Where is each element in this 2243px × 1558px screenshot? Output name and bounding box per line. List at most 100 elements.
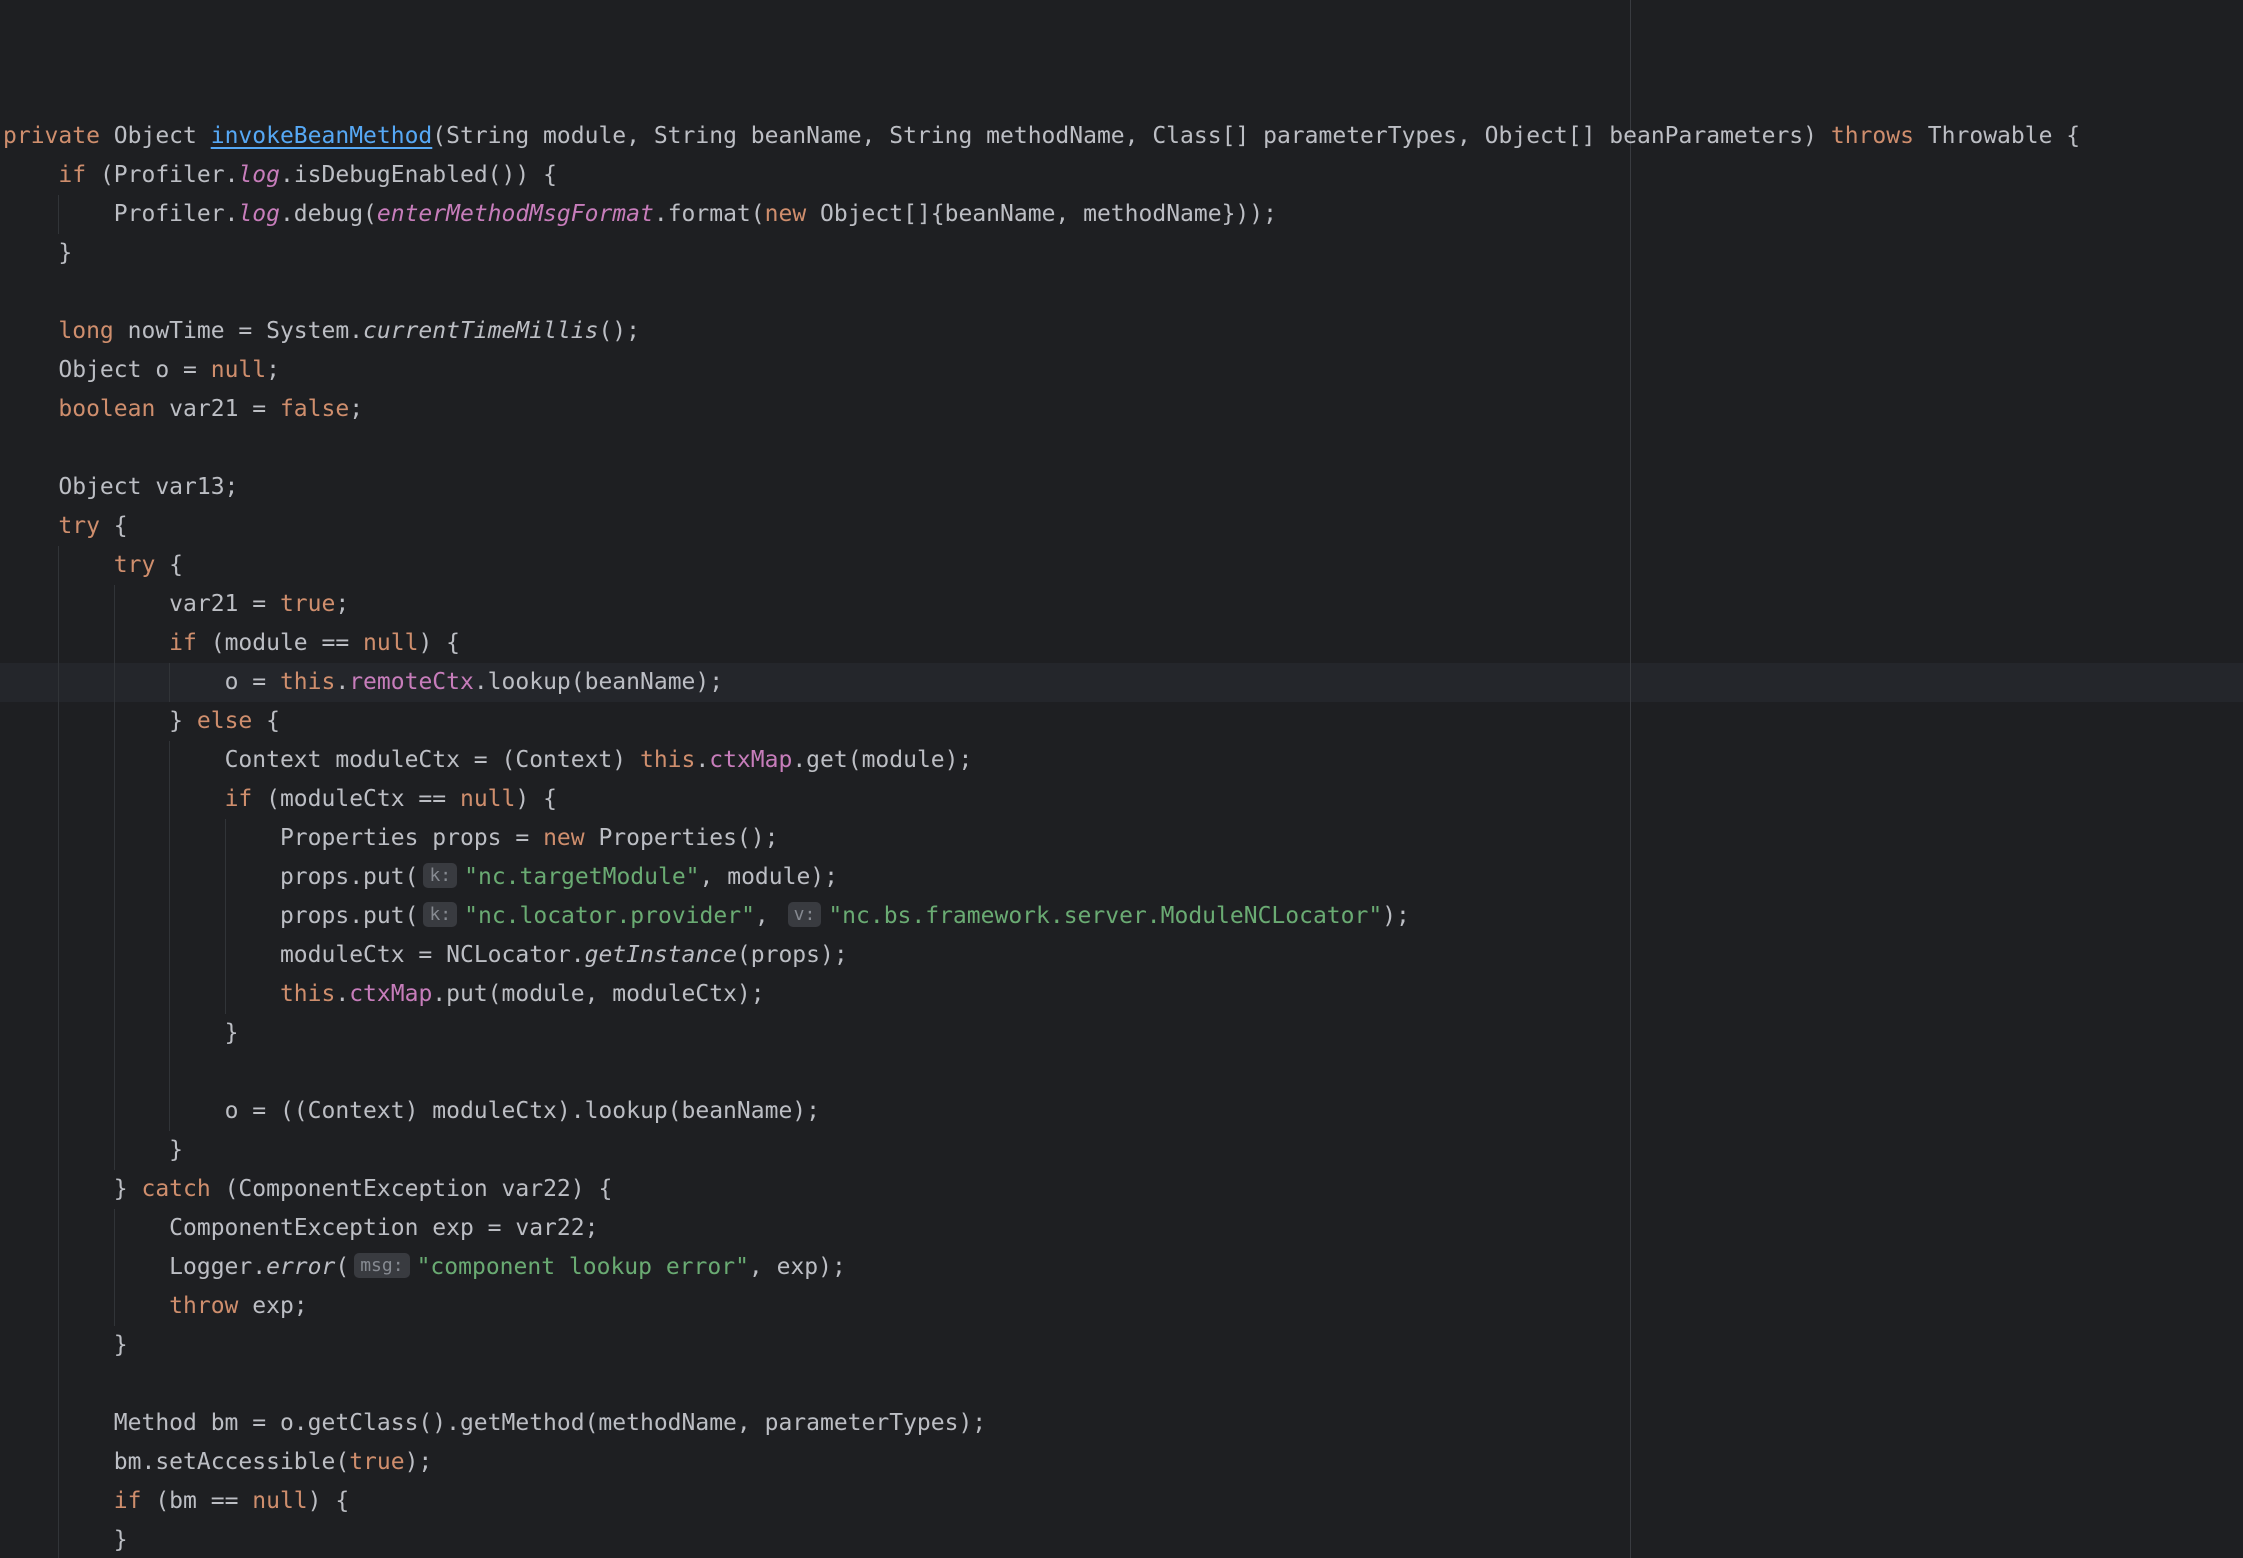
code-line[interactable]: Object o = null; bbox=[0, 351, 2243, 390]
code-token: .debug( bbox=[280, 201, 377, 227]
code-text: long nowTime = System.currentTimeMillis(… bbox=[3, 318, 640, 344]
code-token: . bbox=[335, 669, 349, 695]
code-line[interactable] bbox=[0, 429, 2243, 468]
code-token: } bbox=[169, 708, 197, 734]
code-line[interactable]: throw exp; bbox=[0, 1287, 2243, 1326]
code-text: throw exp; bbox=[3, 1293, 308, 1319]
string-token: "nc.targetModule" bbox=[464, 864, 699, 890]
code-token: moduleCtx = NCLocator. bbox=[280, 942, 585, 968]
code-line[interactable] bbox=[0, 273, 2243, 312]
code-token: (bm == bbox=[141, 1488, 252, 1514]
keyword-token: this bbox=[280, 981, 335, 1007]
code-line[interactable]: Logger.error(msg:"component lookup error… bbox=[0, 1248, 2243, 1287]
code-line[interactable]: } bbox=[0, 1131, 2243, 1170]
code-text: Method bm = o.getClass().getMethod(metho… bbox=[3, 1410, 986, 1436]
param-hint-badge: msg: bbox=[354, 1253, 409, 1278]
indent-guide bbox=[58, 1365, 59, 1404]
code-text: if (Profiler.log.isDebugEnabled()) { bbox=[3, 162, 557, 188]
code-line[interactable]: } bbox=[0, 1521, 2243, 1558]
code-line[interactable] bbox=[0, 1365, 2243, 1404]
code-line[interactable]: } bbox=[0, 234, 2243, 273]
code-token: props.put( bbox=[280, 864, 418, 890]
code-line[interactable]: Profiler.log.debug(enterMethodMsgFormat.… bbox=[0, 195, 2243, 234]
code-token: .isDebugEnabled()) { bbox=[280, 162, 557, 188]
code-line[interactable]: if (Profiler.log.isDebugEnabled()) { bbox=[0, 156, 2243, 195]
code-token: (String module, String beanName, String … bbox=[432, 123, 1831, 149]
code-token: Properties props = bbox=[280, 825, 543, 851]
code-text: o = this.remoteCtx.lookup(beanName); bbox=[3, 669, 723, 695]
code-token: (ComponentException var22) { bbox=[211, 1176, 613, 1202]
code-line[interactable]: o = ((Context) moduleCtx).lookup(beanNam… bbox=[0, 1092, 2243, 1131]
code-token: props.put( bbox=[280, 903, 418, 929]
code-line[interactable]: } else { bbox=[0, 702, 2243, 741]
code-text: } bbox=[3, 1020, 238, 1046]
string-token: "nc.bs.framework.server.ModuleNCLocator" bbox=[828, 903, 1382, 929]
keyword-token: if bbox=[169, 630, 197, 656]
code-line[interactable]: props.put(k:"nc.targetModule", module); bbox=[0, 858, 2243, 897]
code-line[interactable]: Properties props = new Properties(); bbox=[0, 819, 2243, 858]
keyword-token: boolean bbox=[58, 396, 155, 422]
code-line[interactable]: Method bm = o.getClass().getMethod(metho… bbox=[0, 1404, 2243, 1443]
code-line[interactable]: props.put(k:"nc.locator.provider", v:"nc… bbox=[0, 897, 2243, 936]
code-line[interactable]: try { bbox=[0, 507, 2243, 546]
field-token: ctxMap bbox=[709, 747, 792, 773]
keyword-token: new bbox=[543, 825, 585, 851]
code-lines[interactable]: private Object invokeBeanMethod(String m… bbox=[0, 117, 2243, 1558]
keyword-token: null bbox=[252, 1488, 307, 1514]
keyword-token: if bbox=[114, 1488, 142, 1514]
field-token: remoteCtx bbox=[349, 669, 474, 695]
code-token: (module == bbox=[197, 630, 363, 656]
code-line[interactable]: moduleCtx = NCLocator.getInstance(props)… bbox=[0, 936, 2243, 975]
code-line[interactable]: } bbox=[0, 1326, 2243, 1365]
code-text: Context moduleCtx = (Context) this.ctxMa… bbox=[3, 747, 972, 773]
code-text: } bbox=[3, 240, 72, 266]
code-text: Properties props = new Properties(); bbox=[3, 825, 778, 851]
string-token: "component lookup error" bbox=[417, 1254, 749, 1280]
code-token: Object bbox=[100, 123, 211, 149]
code-line[interactable]: bm.setAccessible(true); bbox=[0, 1443, 2243, 1482]
code-line[interactable]: long nowTime = System.currentTimeMillis(… bbox=[0, 312, 2243, 351]
code-text: try { bbox=[3, 513, 128, 539]
static-field-token: enterMethodMsgFormat bbox=[377, 201, 654, 227]
code-token: Properties(); bbox=[585, 825, 779, 851]
keyword-token: throw bbox=[169, 1293, 238, 1319]
code-line[interactable]: } catch (ComponentException var22) { bbox=[0, 1170, 2243, 1209]
keyword-token: try bbox=[114, 552, 156, 578]
code-token: .get(module); bbox=[792, 747, 972, 773]
code-line[interactable]: if (moduleCtx == null) { bbox=[0, 780, 2243, 819]
code-text: Object o = null; bbox=[3, 357, 280, 383]
code-token: Object[]{beanName, methodName})); bbox=[806, 201, 1277, 227]
keyword-token: true bbox=[349, 1449, 404, 1475]
code-token: ); bbox=[1382, 903, 1410, 929]
code-token: (props); bbox=[737, 942, 848, 968]
code-line[interactable]: var21 = true; bbox=[0, 585, 2243, 624]
code-token: } bbox=[169, 1137, 183, 1163]
code-line[interactable]: if (module == null) { bbox=[0, 624, 2243, 663]
code-line[interactable]: if (bm == null) { bbox=[0, 1482, 2243, 1521]
code-token: , module); bbox=[700, 864, 838, 890]
code-line[interactable]: ComponentException exp = var22; bbox=[0, 1209, 2243, 1248]
code-line[interactable]: this.ctxMap.put(module, moduleCtx); bbox=[0, 975, 2243, 1014]
code-token: Object var13; bbox=[58, 474, 238, 500]
code-line[interactable]: } bbox=[0, 1014, 2243, 1053]
code-token: , exp); bbox=[749, 1254, 846, 1280]
code-token: (moduleCtx == bbox=[252, 786, 460, 812]
code-token: ); bbox=[405, 1449, 433, 1475]
right-margin-guide bbox=[1630, 0, 1631, 1558]
code-line-caret[interactable]: o = this.remoteCtx.lookup(beanName); bbox=[0, 663, 2243, 702]
keyword-token: throws bbox=[1831, 123, 1914, 149]
code-line[interactable]: Context moduleCtx = (Context) this.ctxMa… bbox=[0, 741, 2243, 780]
code-line[interactable]: boolean var21 = false; bbox=[0, 390, 2243, 429]
code-line[interactable]: try { bbox=[0, 546, 2243, 585]
code-token: .format( bbox=[654, 201, 765, 227]
code-line[interactable]: Object var13; bbox=[0, 468, 2243, 507]
code-text: var21 = true; bbox=[3, 591, 349, 617]
code-token: var21 = bbox=[169, 591, 280, 617]
indent-guide bbox=[114, 1053, 115, 1092]
code-text: } catch (ComponentException var22) { bbox=[3, 1176, 612, 1202]
code-editor[interactable]: private Object invokeBeanMethod(String m… bbox=[0, 0, 2243, 1558]
code-token: Context moduleCtx = (Context) bbox=[225, 747, 640, 773]
code-line[interactable] bbox=[0, 1053, 2243, 1092]
static-field-token: log bbox=[238, 201, 280, 227]
code-line[interactable]: private Object invokeBeanMethod(String m… bbox=[0, 117, 2243, 156]
